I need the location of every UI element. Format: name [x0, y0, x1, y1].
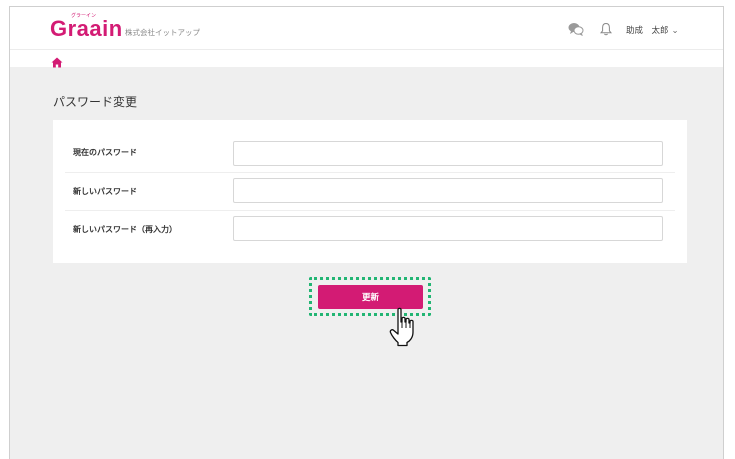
new-password-label: 新しいパスワード [73, 187, 137, 196]
new-password-input[interactable] [233, 178, 663, 203]
breadcrumb [10, 50, 723, 68]
confirm-password-row: 新しいパスワード（再入力） [65, 210, 675, 249]
new-password-row: 新しいパスワード [65, 172, 675, 211]
bell-icon[interactable] [599, 21, 613, 40]
current-password-label: 現在のパスワード [73, 148, 137, 157]
chat-icon[interactable] [568, 21, 584, 40]
hand-pointer-cursor-icon [389, 307, 419, 351]
chevron-down-icon: ⌄ [671, 26, 679, 36]
page-title: パスワード変更 [53, 95, 138, 109]
app-window: グラーイン Graain 株式会社イットアップ 助成 太郎 ⌄ パスワード変更 … [9, 6, 724, 459]
current-password-row: 現在のパスワード [65, 134, 675, 172]
company-name: 株式会社イットアップ [125, 28, 200, 37]
user-menu[interactable]: 助成 太郎 ⌄ [626, 24, 679, 36]
home-icon[interactable] [51, 53, 63, 72]
password-form-card: 現在のパスワード 新しいパスワード 新しいパスワード（再入力） [53, 120, 687, 263]
user-name: 助成 太郎 [626, 26, 669, 36]
top-header: グラーイン Graain 株式会社イットアップ 助成 太郎 ⌄ [10, 7, 723, 50]
current-password-input[interactable] [233, 141, 663, 166]
logo[interactable]: グラーイン Graain [50, 13, 123, 41]
confirm-password-label: 新しいパスワード（再入力） [73, 225, 177, 234]
confirm-password-input[interactable] [233, 216, 663, 241]
logo-text: Graain [50, 16, 123, 41]
logo-ruby: グラーイン [71, 13, 97, 19]
update-button[interactable]: 更新 [318, 285, 423, 309]
